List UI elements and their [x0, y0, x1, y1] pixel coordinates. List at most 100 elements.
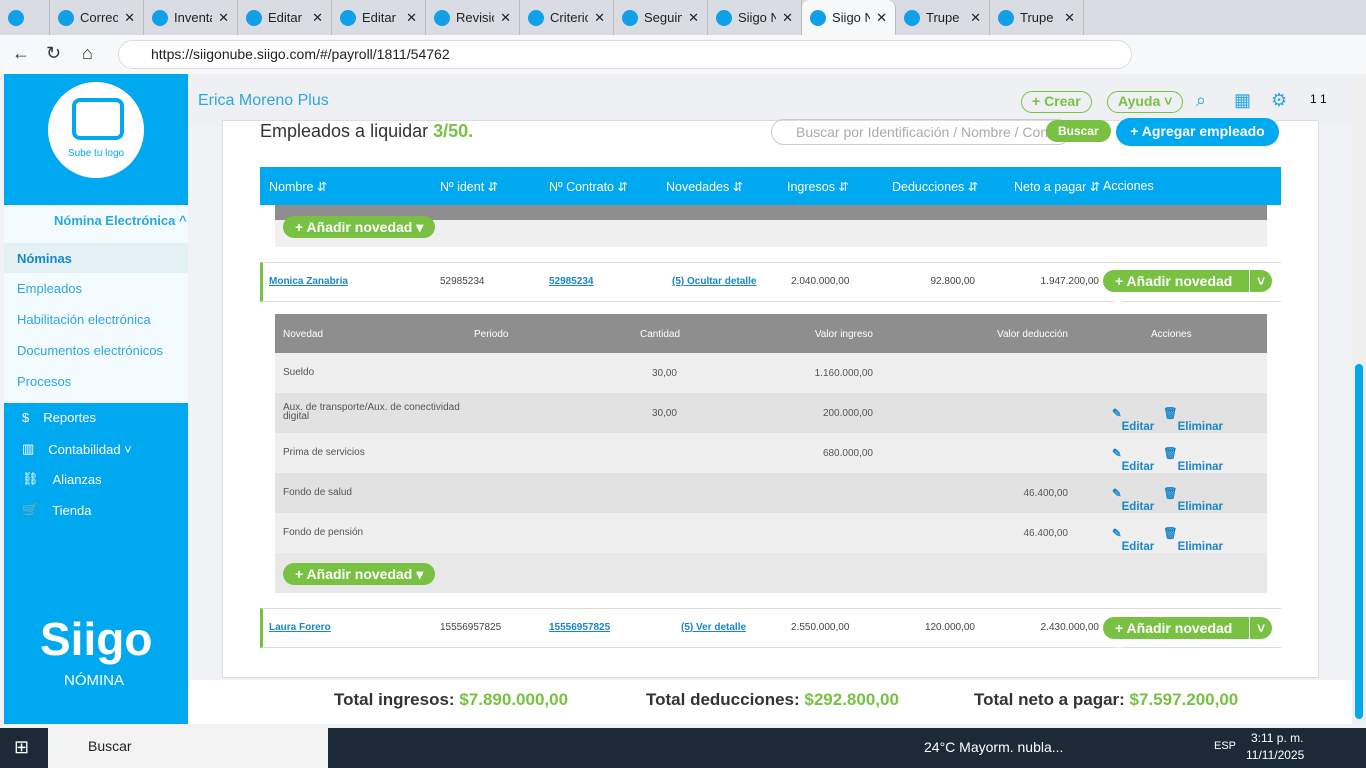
- delete-button[interactable]: 🗑 Eliminar: [1163, 446, 1223, 473]
- col-ingresos[interactable]: Ingresos ⇵: [787, 179, 849, 194]
- sidebar-item-documentos[interactable]: Documentos electrónicos: [17, 343, 163, 358]
- browser-tab[interactable]: Siigo N ✕: [802, 0, 896, 35]
- sidebar-item-empleados[interactable]: Empleados: [17, 281, 82, 296]
- help-button[interactable]: Ayuda ˅: [1107, 91, 1184, 113]
- close-tab-icon[interactable]: ✕: [594, 10, 605, 26]
- add-employee-button[interactable]: + Agregar empleado: [1116, 118, 1279, 146]
- tab-favicon-icon: [622, 9, 638, 26]
- url-input[interactable]: https://siigonube.siigo.com/#/payroll/18…: [118, 40, 1132, 69]
- weather[interactable]: 24°C Mayorm. nubla...: [924, 739, 1063, 755]
- edit-button[interactable]: ✎ Editar: [1112, 526, 1154, 553]
- edit-button[interactable]: ✎ Editar: [1112, 406, 1154, 433]
- sidebar-item-contabilidad[interactable]: ▥ Contabilidad ˅: [22, 441, 132, 457]
- sidebar-item-procesos[interactable]: Procesos: [17, 374, 71, 389]
- totals-footer: Total ingresos: $7.890.000,00 Total dedu…: [188, 680, 1352, 724]
- total-neto: Total neto a pagar: $7.597.200,00: [974, 690, 1239, 709]
- novedades-link[interactable]: (5) Ocultar detalle: [672, 276, 756, 287]
- novedades-link[interactable]: (5) Ver detalle: [681, 622, 746, 633]
- close-tab-icon[interactable]: ✕: [688, 10, 699, 26]
- search-icon[interactable]: ⌕: [1196, 90, 1206, 111]
- browser-tab[interactable]: Inventa✕: [144, 0, 238, 35]
- browser-tab-bar: Correo✕Inventa✕Editar✕Editar✕Revisió✕Cri…: [0, 0, 1366, 35]
- employee-ident: 15556957825: [440, 622, 502, 633]
- add-novedad-button[interactable]: + Añadir novedad ▾: [1103, 270, 1249, 311]
- close-tab-icon[interactable]: ✕: [312, 10, 323, 26]
- close-tab-icon[interactable]: ✕: [876, 10, 887, 26]
- sidebar-item-habilitacion[interactable]: Habilitación electrónica: [17, 312, 151, 327]
- close-tab-icon[interactable]: ✕: [406, 10, 417, 26]
- contract-link[interactable]: 15556957825: [549, 622, 610, 633]
- tab-favicon-icon: [152, 9, 168, 26]
- employee-name-link[interactable]: Monica Zanabria: [269, 276, 348, 287]
- sidebar-item-tienda[interactable]: 🛒 Tienda: [22, 502, 91, 518]
- gear-icon[interactable]: ⚙: [1271, 90, 1287, 111]
- add-novedad-button[interactable]: + Añadir novedad ▾: [283, 216, 436, 238]
- browser-tab[interactable]: Correo ✕: [50, 0, 144, 35]
- home-icon[interactable]: ⌂: [82, 43, 93, 64]
- close-tab-icon[interactable]: ✕: [218, 10, 229, 26]
- windows-icon[interactable]: ⊞: [14, 737, 29, 758]
- browser-tab[interactable]: Editar ✕: [238, 0, 332, 35]
- delete-button[interactable]: 🗑 Eliminar: [1163, 486, 1223, 513]
- siigo-logo: Siigo: [40, 613, 153, 665]
- browser-tab[interactable]: Siigo N ✕: [708, 0, 802, 35]
- neto: 2.430.000,00: [1040, 622, 1099, 633]
- browser-tab[interactable]: Editar ✕: [332, 0, 426, 35]
- reports-icon: $: [22, 410, 30, 425]
- employee-ident: 52985234: [440, 276, 485, 287]
- sidebar-item-alianzas[interactable]: ⛓ Alianzas: [22, 471, 102, 487]
- close-tab-icon[interactable]: ✕: [970, 10, 981, 26]
- address-bar-area: ← ↻ ⌂ https://siigonube.siigo.com/#/payr…: [0, 35, 1366, 74]
- browser-tab[interactable]: Trupe ✕: [896, 0, 990, 35]
- clock-time[interactable]: 3:11 p. m.: [1251, 731, 1303, 745]
- sidebar-item-reportes[interactable]: $ Reportes: [22, 410, 96, 425]
- close-tab-icon[interactable]: ✕: [124, 10, 135, 26]
- cart-icon: 🛒: [22, 502, 39, 517]
- delete-button[interactable]: 🗑 Eliminar: [1163, 406, 1223, 433]
- add-novedad-button[interactable]: + Añadir novedad ▾: [283, 563, 436, 585]
- reload-icon[interactable]: ↻: [46, 43, 61, 64]
- taskbar-search[interactable]: Buscar: [48, 728, 328, 768]
- back-icon[interactable]: ←: [12, 43, 30, 64]
- search-input[interactable]: Buscar por Identificación / Nombre / Con…: [771, 119, 1071, 145]
- create-button[interactable]: + Crear: [1021, 91, 1092, 113]
- tab-favicon-icon: [716, 9, 732, 26]
- tab-favicon-icon: [340, 9, 356, 26]
- col-neto[interactable]: Neto a pagar ⇵: [1014, 179, 1100, 194]
- section-nomina-electronica[interactable]: Nómina Electrónica ^: [54, 213, 187, 228]
- detail-row: Sueldo 30,00 1.160.000,00: [275, 353, 1267, 393]
- col-ident[interactable]: Nº ident ⇵: [440, 179, 498, 194]
- search-button[interactable]: Buscar: [1046, 120, 1111, 142]
- browser-tab[interactable]: Trupe ✕: [990, 0, 1084, 35]
- edit-button[interactable]: ✎ Editar: [1112, 446, 1154, 473]
- browser-tab[interactable]: Criterio ✕: [520, 0, 614, 35]
- col-deducciones[interactable]: Deducciones ⇵: [892, 179, 978, 194]
- taskbar: ⊞ Buscar 24°C Mayorm. nubla... ESP 3:11 …: [0, 728, 1366, 768]
- camera-icon: [72, 98, 124, 140]
- col-nombre[interactable]: Nombre ⇵: [269, 179, 327, 194]
- browser-tab[interactable]: Seguim✕: [614, 0, 708, 35]
- col-novedades[interactable]: Novedades ⇵: [666, 179, 743, 194]
- col-contrato[interactable]: Nº Contrato ⇵: [549, 179, 628, 194]
- detail-row: Fondo de salud 46.400,00 ✎ Editar 🗑 Elimina…: [275, 473, 1267, 513]
- close-tab-icon[interactable]: ✕: [1064, 10, 1075, 26]
- contract-link[interactable]: 52985234: [549, 276, 594, 287]
- clock-date[interactable]: 11/11/2025: [1246, 748, 1304, 762]
- chevron-down-icon[interactable]: ˅: [1250, 270, 1273, 292]
- user-menu[interactable]: 1 1: [1310, 92, 1327, 106]
- scrollbar[interactable]: [1352, 74, 1366, 724]
- add-novedad-button[interactable]: + Añadir novedad ▾: [1103, 617, 1249, 658]
- employee-name-link[interactable]: Laura Forero: [269, 622, 331, 633]
- language[interactable]: ESP: [1214, 740, 1236, 752]
- detail-row: Fondo de pensión 46.400,00 ✎ Editar 🗑 Elimi…: [275, 513, 1267, 553]
- browser-tab[interactable]: Revisió✕: [426, 0, 520, 35]
- tab-favicon-icon: [528, 9, 544, 26]
- edit-button[interactable]: ✎ Editar: [1112, 486, 1154, 513]
- calendar-icon[interactable]: ▦: [1234, 90, 1251, 111]
- close-tab-icon[interactable]: ✕: [782, 10, 793, 26]
- chevron-down-icon[interactable]: ˅: [1250, 617, 1273, 639]
- delete-button[interactable]: 🗑 Eliminar: [1163, 526, 1223, 553]
- close-tab-icon[interactable]: ✕: [500, 10, 511, 26]
- browser-tab[interactable]: [0, 0, 50, 35]
- sidebar-item-nominas[interactable]: Nóminas: [17, 251, 72, 266]
